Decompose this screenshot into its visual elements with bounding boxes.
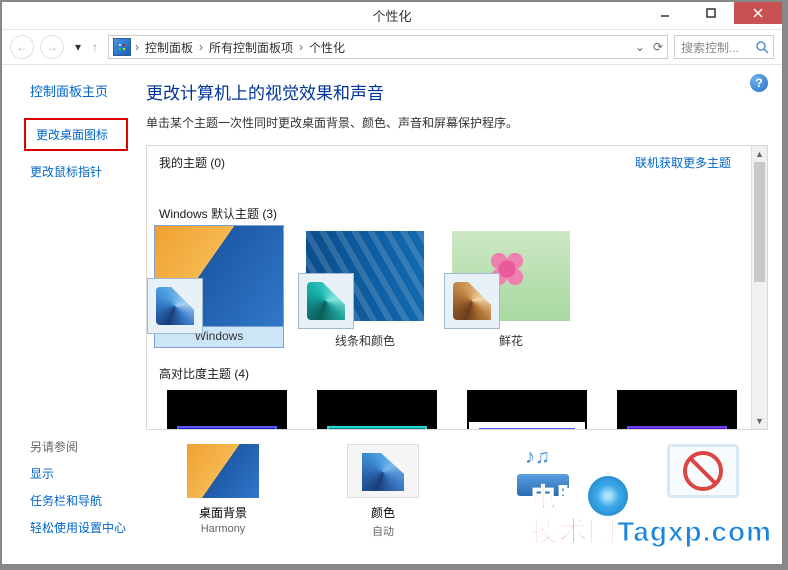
get-more-themes-link[interactable]: 联机获取更多主题 xyxy=(635,154,755,171)
search-input[interactable]: 搜索控制... xyxy=(674,35,774,59)
minimize-button[interactable] xyxy=(642,2,688,24)
see-also-heading: 另请参阅 xyxy=(30,438,194,455)
page-title: 更改计算机上的视觉效果和声音 xyxy=(146,79,768,104)
screensaver-button[interactable] xyxy=(638,444,768,504)
sidebar-item-desktop-icons[interactable]: 更改桌面图标 xyxy=(24,118,128,151)
up-button[interactable]: ▾ xyxy=(70,40,86,54)
themes-panel: 我的主题 (0) 联机获取更多主题 Windows 默认主题 (3) Windo… xyxy=(146,145,768,430)
sidebar-item-mouse-pointer[interactable]: 更改鼠标指针 xyxy=(30,159,138,184)
main-content: 更改计算机上的视觉效果和声音 单击某个主题一次性同时更改桌面背景、颜色、声音和屏… xyxy=(146,65,782,564)
screensaver-icon xyxy=(667,444,739,498)
my-themes-label: 我的主题 (0) xyxy=(159,156,225,170)
section-default-themes: Windows 默认主题 (3) xyxy=(147,197,767,226)
theme-item-windows[interactable]: Windows xyxy=(159,230,279,349)
scroll-up-icon[interactable]: ▲ xyxy=(752,146,767,162)
nav-toolbar: ← → ▾ ↑ › 控制面板 › 所有控制面板项 › 个性化 ⌄ ⟳ 搜索控制.… xyxy=(2,30,782,65)
titlebar: 个性化 xyxy=(2,2,782,30)
separator: ↑ xyxy=(92,40,98,54)
sidebar-title[interactable]: 控制面板主页 xyxy=(30,81,138,100)
sounds-button[interactable] xyxy=(478,444,608,504)
forward-button[interactable]: → xyxy=(40,35,64,59)
close-button[interactable] xyxy=(734,2,782,24)
scroll-down-icon[interactable]: ▼ xyxy=(752,413,767,429)
breadcrumb[interactable]: › 控制面板 › 所有控制面板项 › 个性化 ⌄ ⟳ xyxy=(108,35,668,59)
color-button[interactable]: 颜色 自动 xyxy=(318,444,448,539)
bottom-settings-row: 桌面背景 Harmony 颜色 自动 xyxy=(146,430,768,539)
bottom-sub: 自动 xyxy=(318,523,448,539)
theme-item-hc1[interactable] xyxy=(167,390,287,430)
window-title: 个性化 xyxy=(372,6,411,25)
see-also-panel: 另请参阅 显示 任务栏和导航 轻松使用设置中心 xyxy=(2,438,202,554)
scroll-thumb[interactable] xyxy=(754,162,765,282)
palette-icon xyxy=(444,273,500,329)
scrollbar[interactable]: ▲ ▼ xyxy=(751,146,767,429)
color-icon xyxy=(347,444,419,498)
sounds-icon xyxy=(507,444,579,498)
search-icon xyxy=(755,40,769,54)
breadcrumb-item[interactable]: 所有控制面板项 xyxy=(203,39,299,56)
back-button[interactable]: ← xyxy=(10,35,34,59)
see-also-ease[interactable]: 轻松使用设置中心 xyxy=(30,519,194,536)
palette-icon xyxy=(147,278,203,334)
page-subtitle: 单击某个主题一次性同时更改桌面背景、颜色、声音和屏幕保护程序。 xyxy=(146,114,768,131)
theme-item-hc2[interactable] xyxy=(317,390,437,430)
section-my-themes: 我的主题 (0) 联机获取更多主题 xyxy=(147,146,767,175)
theme-item-hc4[interactable] xyxy=(617,390,737,430)
high-contrast-row xyxy=(147,386,767,430)
control-panel-icon xyxy=(113,38,131,56)
theme-item-lines-colors[interactable]: 线条和颜色 xyxy=(305,230,425,349)
bottom-label: 颜色 xyxy=(318,504,448,521)
search-placeholder: 搜索控制... xyxy=(681,39,739,56)
see-also-display[interactable]: 显示 xyxy=(30,465,194,482)
default-themes-row: Windows 线条和颜色 鲜花 xyxy=(147,226,767,357)
section-high-contrast: 高对比度主题 (4) xyxy=(147,357,767,386)
theme-item-flowers[interactable]: 鲜花 xyxy=(451,230,571,349)
breadcrumb-item[interactable]: 个性化 xyxy=(303,39,351,56)
breadcrumb-item[interactable]: 控制面板 xyxy=(139,39,199,56)
theme-item-hc3[interactable] xyxy=(467,390,587,430)
chevron-down-icon[interactable]: ⌄ xyxy=(635,40,645,54)
palette-icon xyxy=(298,273,354,329)
refresh-icon[interactable]: ⟳ xyxy=(653,40,663,54)
see-also-taskbar[interactable]: 任务栏和导航 xyxy=(30,492,194,509)
maximize-button[interactable] xyxy=(688,2,734,24)
